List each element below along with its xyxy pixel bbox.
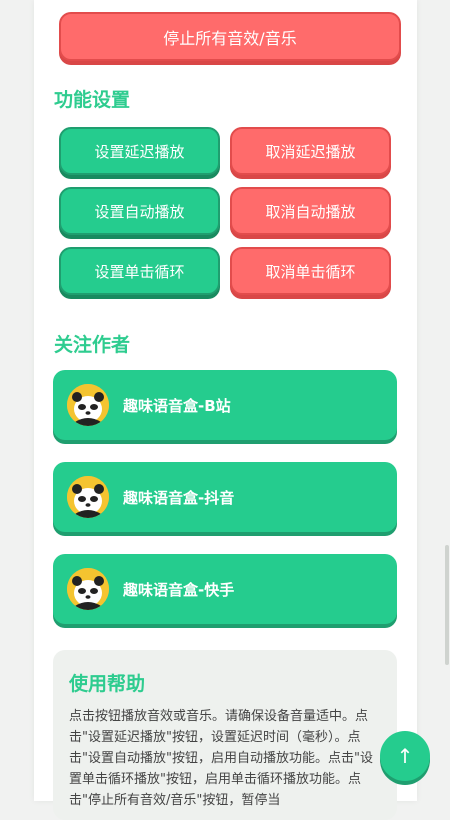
panda-avatar-icon [67, 568, 109, 610]
help-title: 使用帮助 [69, 673, 146, 695]
stop-all-button[interactable]: 停止所有音效/音乐 [59, 12, 401, 61]
cancel-click-loop-button[interactable]: 取消单击循环 [230, 247, 391, 295]
follow-author-title: 关注作者 [54, 334, 131, 356]
help-box: 使用帮助 点击按钮播放音效或音乐。请确保设备音量适中。点击"设置延迟播放"按钮，… [53, 650, 397, 820]
author-card-bilibili[interactable]: 趣味语音盒-B站 [53, 370, 397, 440]
cancel-delay-play-button[interactable]: 取消延迟播放 [230, 127, 391, 175]
author-name: 趣味语音盒-B站 [123, 396, 231, 415]
panda-avatar-icon [67, 384, 109, 426]
scrollbar[interactable] [445, 545, 449, 665]
main-panel: 停止所有音效/音乐 功能设置 设置延迟播放 取消延迟播放 设置自动播放 取消自动… [34, 0, 417, 820]
cancel-auto-play-button[interactable]: 取消自动播放 [230, 187, 391, 235]
panda-avatar-icon [67, 476, 109, 518]
author-card-douyin[interactable]: 趣味语音盒-抖音 [53, 462, 397, 532]
author-name: 趣味语音盒-抖音 [123, 488, 235, 507]
set-click-loop-button[interactable]: 设置单击循环 [59, 247, 220, 295]
author-card-kuaishou[interactable]: 趣味语音盒-快手 [53, 554, 397, 624]
scroll-to-top-button[interactable]: ↑ [380, 731, 430, 781]
help-text: 点击按钮播放音效或音乐。请确保设备音量适中。点击"设置延迟播放"按钮，设置延迟时… [69, 709, 373, 808]
function-settings-title: 功能设置 [54, 89, 131, 111]
set-delay-play-button[interactable]: 设置延迟播放 [59, 127, 220, 175]
set-auto-play-button[interactable]: 设置自动播放 [59, 187, 220, 235]
author-name: 趣味语音盒-快手 [123, 580, 235, 599]
